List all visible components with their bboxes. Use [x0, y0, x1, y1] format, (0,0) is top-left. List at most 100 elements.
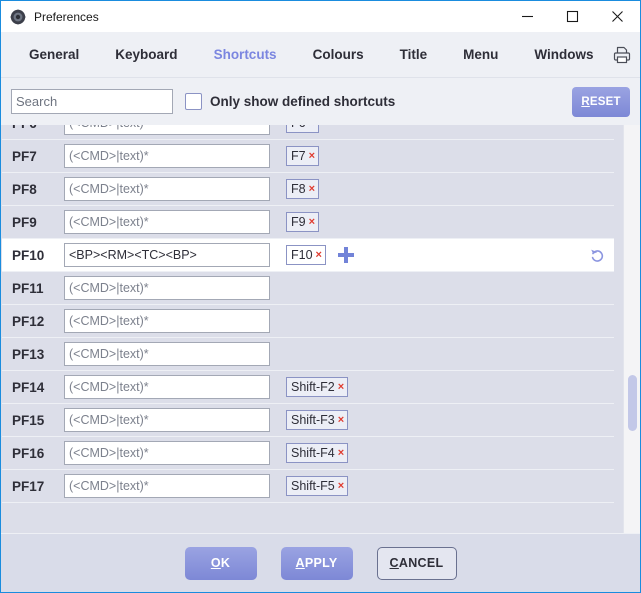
printer-icon[interactable]: [611, 42, 633, 68]
row-shortcut-tags: F9 ×: [286, 212, 614, 232]
close-button[interactable]: [595, 2, 640, 32]
checkbox-label: Only show defined shortcuts: [210, 94, 396, 109]
search-input[interactable]: [11, 89, 173, 114]
cancel-button[interactable]: CANCEL: [376, 546, 457, 580]
title-bar: Preferences: [1, 1, 640, 32]
minimize-button[interactable]: [505, 2, 550, 32]
row-label: PF16: [12, 445, 45, 461]
table-row[interactable]: PF7 F7 ×: [2, 140, 614, 173]
row-command-input[interactable]: [64, 342, 270, 366]
shortcut-tag-label: F6: [291, 125, 306, 130]
shortcut-tag[interactable]: F8 ×: [286, 179, 320, 199]
table-row[interactable]: PF9 F9 ×: [2, 206, 614, 239]
row-label: PF14: [12, 379, 45, 395]
table-row[interactable]: PF16 Shift-F4 ×: [2, 437, 614, 470]
tab-shortcuts[interactable]: Shortcuts: [196, 32, 295, 77]
row-command-input[interactable]: [64, 243, 270, 267]
row-shortcut-tags: F10 ×: [286, 245, 614, 265]
tab-menu[interactable]: Menu: [445, 32, 516, 77]
shortcuts-table: PF6 F6 × PF7 F7 ×: [1, 125, 640, 533]
table-row[interactable]: PF15 Shift-F3 ×: [2, 404, 614, 437]
row-command-input[interactable]: [64, 144, 270, 168]
preferences-window: Preferences General Keyboard Shortcuts C…: [0, 0, 641, 593]
tab-title[interactable]: Title: [382, 32, 446, 77]
row-label: PF8: [12, 181, 37, 197]
row-command-input[interactable]: [64, 309, 270, 333]
vertical-scrollbar[interactable]: [623, 125, 640, 533]
tab-bar: General Keyboard Shortcuts Colours Title…: [1, 32, 640, 78]
row-label: PF11: [12, 280, 44, 296]
row-label: PF9: [12, 214, 37, 230]
table-row-selected[interactable]: PF10 F10 ×: [2, 239, 614, 272]
dialog-footer: OK APPLY CANCEL: [1, 533, 640, 592]
shortcut-tag[interactable]: F10 ×: [286, 245, 326, 265]
table-rows-container: PF6 F6 × PF7 F7 ×: [2, 125, 640, 503]
table-row[interactable]: PF6 F6 ×: [2, 125, 614, 140]
shortcut-tag-label: F10: [291, 248, 313, 262]
remove-shortcut-icon[interactable]: ×: [309, 150, 315, 162]
row-command-input[interactable]: [64, 474, 270, 498]
reset-button[interactable]: RESET: [572, 86, 630, 117]
row-command-input[interactable]: [64, 408, 270, 432]
row-label: PF6: [12, 125, 64, 131]
table-row[interactable]: PF8 F8 ×: [2, 173, 614, 206]
row-label: PF12: [12, 313, 45, 329]
shortcut-tag[interactable]: F7 ×: [286, 146, 320, 166]
row-label: PF13: [12, 346, 45, 362]
table-row[interactable]: PF12: [2, 305, 614, 338]
tab-windows[interactable]: Windows: [516, 32, 611, 77]
table-row[interactable]: PF17 Shift-F5 ×: [2, 470, 614, 503]
shortcut-tag-label: F7: [291, 149, 306, 163]
row-command-input[interactable]: [64, 125, 270, 135]
scrollbar-thumb[interactable]: [628, 375, 637, 431]
remove-shortcut-icon[interactable]: ×: [338, 414, 344, 426]
reset-button-label: RESET: [581, 95, 621, 108]
row-shortcut-tags: Shift-F4 ×: [286, 443, 614, 463]
tab-keyboard[interactable]: Keyboard: [97, 32, 195, 77]
row-command-input[interactable]: [64, 441, 270, 465]
tab-colours[interactable]: Colours: [295, 32, 382, 77]
shortcut-tag-label: F8: [291, 182, 306, 196]
remove-shortcut-icon[interactable]: ×: [309, 125, 315, 129]
row-shortcut-tags: F8 ×: [286, 179, 614, 199]
table-row[interactable]: PF14 Shift-F2 ×: [2, 371, 614, 404]
tab-general[interactable]: General: [11, 32, 97, 77]
shortcut-tag[interactable]: F6 ×: [286, 125, 320, 133]
shortcut-tag[interactable]: Shift-F4 ×: [286, 443, 349, 463]
ok-button[interactable]: OK: [184, 546, 257, 580]
plus-icon[interactable]: [337, 247, 354, 263]
shortcut-tag[interactable]: Shift-F3 ×: [286, 410, 349, 430]
remove-shortcut-icon[interactable]: ×: [309, 183, 315, 195]
shortcut-tag[interactable]: Shift-F5 ×: [286, 476, 349, 496]
remove-shortcut-icon[interactable]: ×: [338, 480, 344, 492]
row-label: PF7: [12, 148, 37, 164]
table-row[interactable]: PF11: [2, 272, 614, 305]
table-row[interactable]: PF13: [2, 338, 614, 371]
app-logo-icon: [10, 9, 26, 25]
window-title: Preferences: [34, 9, 99, 24]
row-command-input[interactable]: [64, 276, 270, 300]
remove-shortcut-icon[interactable]: ×: [338, 447, 344, 459]
ok-button-label: OK: [210, 556, 231, 570]
only-show-defined-shortcuts-checkbox[interactable]: Only show defined shortcuts: [185, 93, 395, 110]
remove-shortcut-icon[interactable]: ×: [309, 216, 315, 228]
row-command-input[interactable]: [64, 375, 270, 399]
cancel-button-label: CANCEL: [389, 556, 444, 570]
shortcut-tag-label: Shift-F5: [291, 479, 335, 493]
undo-arrow-icon[interactable]: [588, 246, 606, 264]
checkbox-box[interactable]: [185, 93, 202, 110]
apply-button[interactable]: APPLY: [280, 546, 353, 580]
shortcut-tag[interactable]: F9 ×: [286, 212, 320, 232]
row-shortcut-tags: Shift-F2 ×: [286, 377, 614, 397]
row-command-input[interactable]: [64, 177, 270, 201]
row-shortcut-tags: Shift-F5 ×: [286, 476, 614, 496]
shortcut-tag-label: Shift-F2: [291, 380, 335, 394]
remove-shortcut-icon[interactable]: ×: [316, 249, 322, 261]
row-label: PF15: [12, 412, 45, 428]
row-shortcut-tags: F7 ×: [286, 146, 614, 166]
maximize-button[interactable]: [550, 2, 595, 32]
shortcut-tag[interactable]: Shift-F2 ×: [286, 377, 349, 397]
remove-shortcut-icon[interactable]: ×: [338, 381, 344, 393]
search-row: Only show defined shortcuts RESET: [1, 78, 640, 125]
row-command-input[interactable]: [64, 210, 270, 234]
